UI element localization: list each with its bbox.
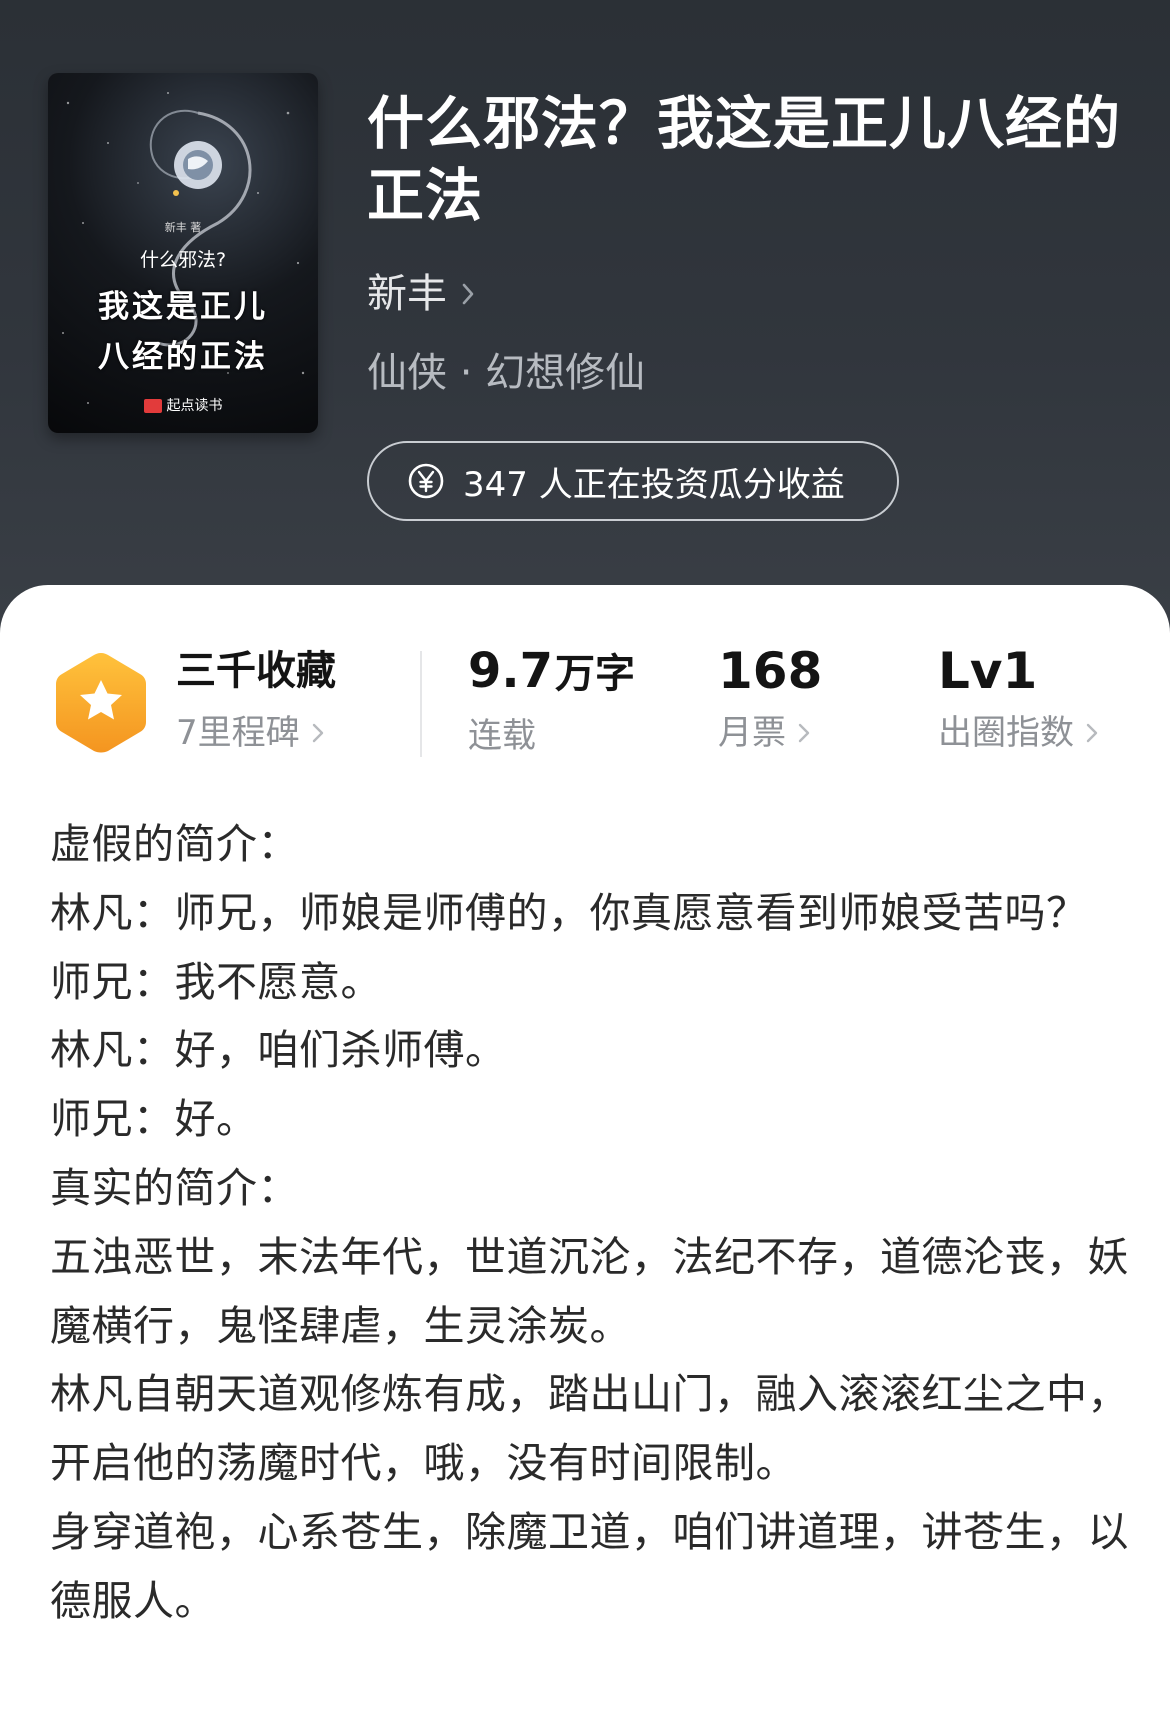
milestone-link[interactable]: 7里程碑 <box>176 709 336 757</box>
description-paragraph: 林凡：好，咱们杀师傅。 <box>50 1026 507 1075</box>
stat-monthly-tickets[interactable]: 168 月票 <box>718 645 822 757</box>
brand-logo-icon <box>143 399 162 413</box>
word-count-number: 9.7 <box>468 643 554 699</box>
cover-brand-text: 起点读书 <box>166 398 223 414</box>
author-link[interactable]: 新丰 <box>367 266 475 322</box>
author-name: 新丰 <box>367 271 447 317</box>
stat-word-count: 9.7万字 连载 <box>468 645 635 760</box>
popularity-index-label: 出圈指数 <box>938 713 1074 753</box>
description-paragraph: 真实的简介： <box>50 1163 299 1212</box>
description-paragraph: 林凡自朝天道观修炼有成，踏出山门，融入滚滚红尘之中，开启他的荡魔时代，哦，没有时… <box>50 1370 1129 1488</box>
chevron-right-icon <box>462 283 474 305</box>
cover-title-line-2: 八经的正法 <box>98 339 268 375</box>
popularity-level-value: Lv1 <box>938 642 1038 700</box>
description-paragraph: 虚假的简介： <box>50 820 299 868</box>
book-description: 虚假的简介： 林凡：师兄，师娘是师傅的，你真愿意看到师娘受苦吗？ 师兄：我不愿意… <box>50 810 1130 1636</box>
cover-subtitle: 什么邪法? <box>139 249 227 271</box>
description-paragraph: 身穿道袍，心系苍生，除魔卫道，咱们讲道理，讲苍生，以德服人。 <box>50 1507 1129 1625</box>
serial-status-label: 连载 <box>468 716 536 756</box>
cover-title-line-1: 我这是正儿 <box>98 289 268 325</box>
monthly-ticket-label: 月票 <box>718 713 786 753</box>
chevron-right-icon <box>1086 723 1098 743</box>
book-header: 新丰 著 什么邪法? 我这是正儿 八经的正法 起点读书 什么邪法？我这是正儿八经… <box>0 0 1170 640</box>
chevron-right-icon <box>312 723 323 743</box>
cover-author-text: 新丰 著 <box>164 221 202 234</box>
milestone-label: 7里程碑 <box>176 713 300 753</box>
star-badge-icon[interactable] <box>52 649 150 757</box>
yen-coin-icon <box>408 463 444 499</box>
description-paragraph: 林凡：师兄，师娘是师傅的，你真愿意看到师娘受苦吗？ <box>50 888 1088 937</box>
book-cover[interactable]: 新丰 著 什么邪法? 我这是正儿 八经的正法 起点读书 <box>48 73 318 433</box>
stat-popularity-level[interactable]: Lv1 出圈指数 <box>938 645 1098 757</box>
chevron-right-icon <box>798 723 810 743</box>
book-title: 什么邪法？我这是正儿八经的正法 <box>367 91 1121 229</box>
invest-text: 347 人正在投资瓜分收益 <box>463 464 845 505</box>
genre-tags[interactable]: 仙侠 · 幻想修仙 <box>367 345 645 401</box>
serial-status: 连载 <box>468 712 635 760</box>
collection-count: 三千收藏 <box>176 648 336 694</box>
book-info-card: 三千收藏 7里程碑 9.7万字 连载 168 月票 Lv1 出圈指数 虚假的简介… <box>0 585 1170 1716</box>
description-paragraph: 五浊恶世，末法年代，世道沉沦，法纪不存，道德沦丧，妖魔横行，鬼怪肆虐，生灵涂炭。 <box>50 1232 1129 1350</box>
word-count-unit: 万字 <box>555 651 636 697</box>
monthly-ticket-count: 168 <box>718 642 823 700</box>
popularity-index-link[interactable]: 出圈指数 <box>938 709 1098 757</box>
book-detail-page: 新丰 著 什么邪法? 我这是正儿 八经的正法 起点读书 什么邪法？我这是正儿八经… <box>0 0 1170 1716</box>
description-paragraph: 师兄：我不愿意。 <box>50 957 382 1006</box>
monthly-ticket-link[interactable]: 月票 <box>718 709 822 757</box>
cover-brand: 起点读书 <box>48 395 318 415</box>
word-count-value: 9.7万字 <box>468 645 635 700</box>
invest-button[interactable]: 347 人正在投资瓜分收益 <box>367 441 899 521</box>
description-paragraph: 师兄：好。 <box>50 1095 258 1144</box>
stat-collection[interactable]: 三千收藏 7里程碑 <box>176 645 336 757</box>
stat-divider <box>420 651 422 757</box>
